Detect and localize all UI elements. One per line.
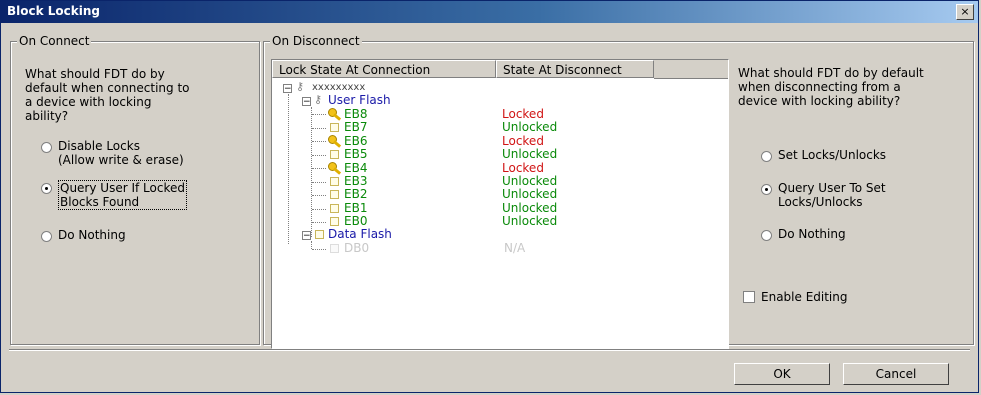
radio-query-user-if-locked[interactable]: Query User If Locked Blocks Found — [41, 180, 187, 210]
state-eb7: Unlocked — [502, 120, 558, 134]
enable-editing-checkbox[interactable]: Enable Editing — [743, 290, 847, 304]
tree-group-user-flash[interactable]: User Flash — [328, 94, 391, 107]
state-db0: N/A — [504, 241, 526, 255]
state-eb2: Unlocked — [502, 187, 558, 201]
block-icon — [330, 150, 339, 159]
block-icon — [330, 177, 339, 186]
radio-button-icon[interactable] — [41, 142, 52, 153]
tree-connector — [312, 222, 326, 223]
radio-label-line: Query User To Set — [778, 181, 886, 195]
cancel-button[interactable]: Cancel — [843, 363, 949, 385]
on-connect-label: On Connect — [17, 34, 92, 48]
key-icon — [328, 134, 342, 146]
block-icon — [330, 190, 339, 199]
checkbox-label: Enable Editing — [761, 290, 848, 304]
device-key-icon: ⚷ — [296, 80, 305, 93]
tree-connector — [312, 141, 326, 142]
key-icon — [328, 107, 342, 119]
window-title: Block Locking — [7, 4, 101, 18]
prompt-line: when disconnecting from a — [738, 80, 901, 94]
radio-label: Do Nothing — [778, 227, 846, 241]
radio-button-selected-icon[interactable] — [761, 184, 772, 195]
radio-button-icon[interactable] — [761, 230, 772, 241]
radio-do-nothing-connect[interactable]: Do Nothing — [41, 228, 126, 242]
lock-state-tree[interactable]: Lock State At Connection State At Discon… — [271, 59, 729, 349]
separator — [9, 349, 970, 351]
radio-label-line: Query User If Locked — [60, 181, 185, 195]
state-eb5: Unlocked — [502, 147, 558, 161]
tree-connector — [312, 182, 326, 183]
tree-item-eb2[interactable]: EB2 — [344, 188, 367, 201]
tree-connector — [311, 107, 312, 237]
column-header-filler — [654, 60, 728, 79]
radio-disable-locks[interactable]: Disable Locks (Allow write & erase) — [41, 139, 184, 167]
block-locking-dialog: Block Locking × On Connect What should F… — [0, 0, 979, 393]
tree-connector — [312, 114, 326, 115]
tree-connector — [312, 168, 326, 169]
prompt-line: ability? — [25, 109, 69, 123]
radio-label-line: Locks/Unlocks — [778, 195, 863, 209]
tree-item-eb7[interactable]: EB7 — [344, 121, 367, 134]
radio-label: Disable Locks (Allow write & erase) — [58, 139, 184, 167]
state-eb0: Unlocked — [502, 214, 558, 228]
radio-button-icon[interactable] — [761, 151, 772, 162]
tree-connector — [312, 249, 326, 250]
radio-button-icon[interactable] — [41, 231, 52, 242]
tree-connector — [312, 128, 326, 129]
prompt-line: device with locking ability? — [738, 94, 901, 108]
column-header-state-at-disconnect[interactable]: State At Disconnect — [496, 60, 654, 78]
block-icon — [315, 230, 324, 239]
collapse-icon[interactable]: − — [283, 84, 292, 94]
title-bar[interactable]: Block Locking × — [1, 1, 978, 23]
tree-connector — [311, 241, 312, 249]
column-header-lock-state[interactable]: Lock State At Connection — [272, 60, 496, 78]
radio-label: Query User To Set Locks/Unlocks — [778, 181, 886, 209]
prompt-line: What should FDT do by — [25, 67, 165, 81]
ok-button[interactable]: OK — [734, 363, 830, 385]
tree-item-eb5[interactable]: EB5 — [344, 148, 367, 161]
collapse-icon[interactable]: − — [302, 97, 311, 107]
radio-button-selected-icon[interactable] — [41, 183, 52, 194]
radio-set-locks-unlocks[interactable]: Set Locks/Unlocks — [761, 148, 886, 162]
on-disconnect-prompt: What should FDT do by default when disco… — [738, 66, 924, 108]
radio-label-line: Blocks Found — [60, 195, 140, 209]
key-icon — [328, 161, 342, 173]
radio-label-line: (Allow write & erase) — [58, 153, 184, 167]
tree-group-data-flash[interactable]: Data Flash — [328, 228, 392, 241]
flash-key-icon: ⚷ — [314, 93, 323, 106]
collapse-icon[interactable]: − — [302, 231, 311, 241]
tree-item-db0[interactable]: DB0 — [344, 242, 369, 255]
radio-label: Do Nothing — [58, 228, 126, 242]
on-disconnect-label: On Disconnect — [270, 34, 362, 48]
on-connect-prompt: What should FDT do by default when conne… — [25, 67, 190, 123]
close-button[interactable]: × — [956, 4, 974, 20]
tree-connector — [312, 195, 326, 196]
tree-connector — [312, 155, 326, 156]
block-icon — [330, 204, 339, 213]
block-icon — [330, 244, 339, 253]
radio-do-nothing-disconnect[interactable]: Do Nothing — [761, 227, 846, 241]
radio-label-line: Disable Locks — [58, 139, 140, 153]
radio-query-user-to-set[interactable]: Query User To Set Locks/Unlocks — [761, 181, 886, 209]
block-icon — [330, 217, 339, 226]
prompt-line: a device with locking — [25, 95, 152, 109]
radio-label: Set Locks/Unlocks — [778, 148, 887, 162]
tree-connector — [312, 209, 326, 210]
tree-connector — [288, 94, 289, 244]
block-icon — [330, 123, 339, 132]
prompt-line: What should FDT do by default — [738, 66, 924, 80]
radio-label: Query User If Locked Blocks Found — [58, 180, 187, 210]
checkbox-icon[interactable] — [743, 291, 755, 303]
prompt-line: default when connecting to — [25, 81, 190, 95]
on-connect-group: On Connect What should FDT do by default… — [10, 34, 260, 345]
